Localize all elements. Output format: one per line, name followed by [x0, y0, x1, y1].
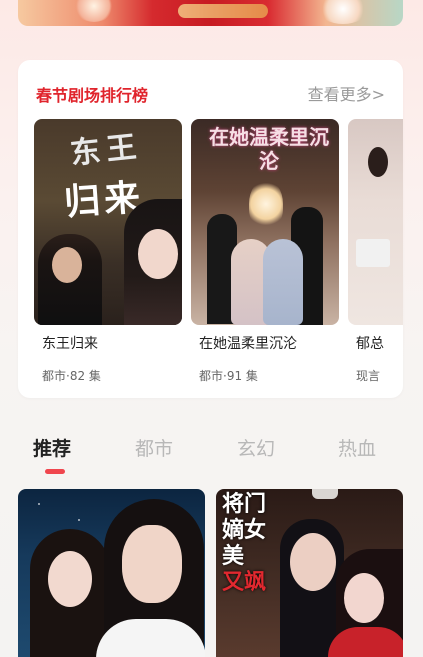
show-meta: 都市·82 集	[42, 369, 101, 383]
poster-title-text: 在她温柔里沉沦	[209, 125, 329, 173]
poster-title-text: 又飒	[222, 569, 267, 595]
poster-title-text: 嫡女	[222, 517, 267, 543]
poster-decoration	[356, 239, 390, 267]
poster-decoration	[78, 519, 80, 521]
poster-title-text: 东王	[68, 129, 144, 172]
poster-figure	[52, 247, 82, 283]
show-name: 郁总	[356, 336, 384, 352]
banner-decoration	[74, 0, 114, 22]
see-more-link[interactable]: 查看更多>	[308, 81, 385, 105]
show-card-3[interactable]: 郁总 现言	[348, 119, 403, 383]
tab-recommend[interactable]: 推荐	[33, 434, 71, 461]
show-meta: 都市·91 集	[199, 369, 258, 383]
poster-figure	[48, 551, 92, 607]
feed-grid: 将门 嫡女 美 又飒	[18, 489, 403, 657]
feed-card-1[interactable]	[18, 489, 205, 657]
show-card-2[interactable]: 在她温柔里沉沦 在她温柔里沉沦 都市·91 集	[191, 119, 339, 383]
tab-fantasy[interactable]: 玄幻	[237, 434, 275, 461]
category-tabs: 推荐 都市 玄幻 热血	[0, 430, 423, 474]
ranking-list: 东王 归来 东王归来 都市·82 集 在她温柔里沉沦 在她温柔里沉沦 都市·91…	[34, 119, 403, 389]
show-name: 在她温柔里沉沦	[199, 336, 297, 352]
poster-decoration	[38, 503, 40, 505]
poster-decoration	[249, 179, 283, 229]
show-poster: 东王 归来	[34, 119, 182, 325]
show-poster: 在她温柔里沉沦	[191, 119, 339, 325]
show-card-1[interactable]: 东王 归来 东王归来 都市·82 集	[34, 119, 182, 383]
poster-decoration	[312, 489, 338, 499]
poster-title-text: 将门 嫡女 美 又飒	[222, 491, 278, 595]
poster-figure	[290, 533, 336, 591]
tab-action[interactable]: 热血	[338, 434, 376, 461]
poster-figure	[368, 147, 388, 177]
show-meta: 现言	[356, 369, 381, 383]
poster-figure	[122, 525, 182, 603]
ranking-card: 春节剧场排行榜 查看更多> 东王 归来 东王归来 都市·82 集 在她温柔里沉沦	[18, 60, 403, 398]
promo-banner[interactable]	[18, 0, 403, 26]
poster-title-text: 美	[222, 543, 245, 569]
feed-card-2[interactable]: 将门 嫡女 美 又飒	[216, 489, 403, 657]
show-poster	[348, 119, 403, 325]
ranking-header: 春节剧场排行榜 查看更多>	[36, 81, 385, 105]
poster-figure	[138, 229, 178, 279]
tab-urban[interactable]: 都市	[135, 434, 173, 461]
poster-title-text: 将门	[222, 491, 267, 517]
active-tab-indicator	[45, 469, 65, 474]
banner-decoration	[178, 4, 268, 18]
poster-figure	[263, 239, 303, 325]
ranking-title: 春节剧场排行榜	[36, 86, 149, 105]
show-name: 东王归来	[42, 336, 98, 352]
poster-figure	[344, 573, 384, 623]
banner-decoration	[318, 0, 368, 24]
